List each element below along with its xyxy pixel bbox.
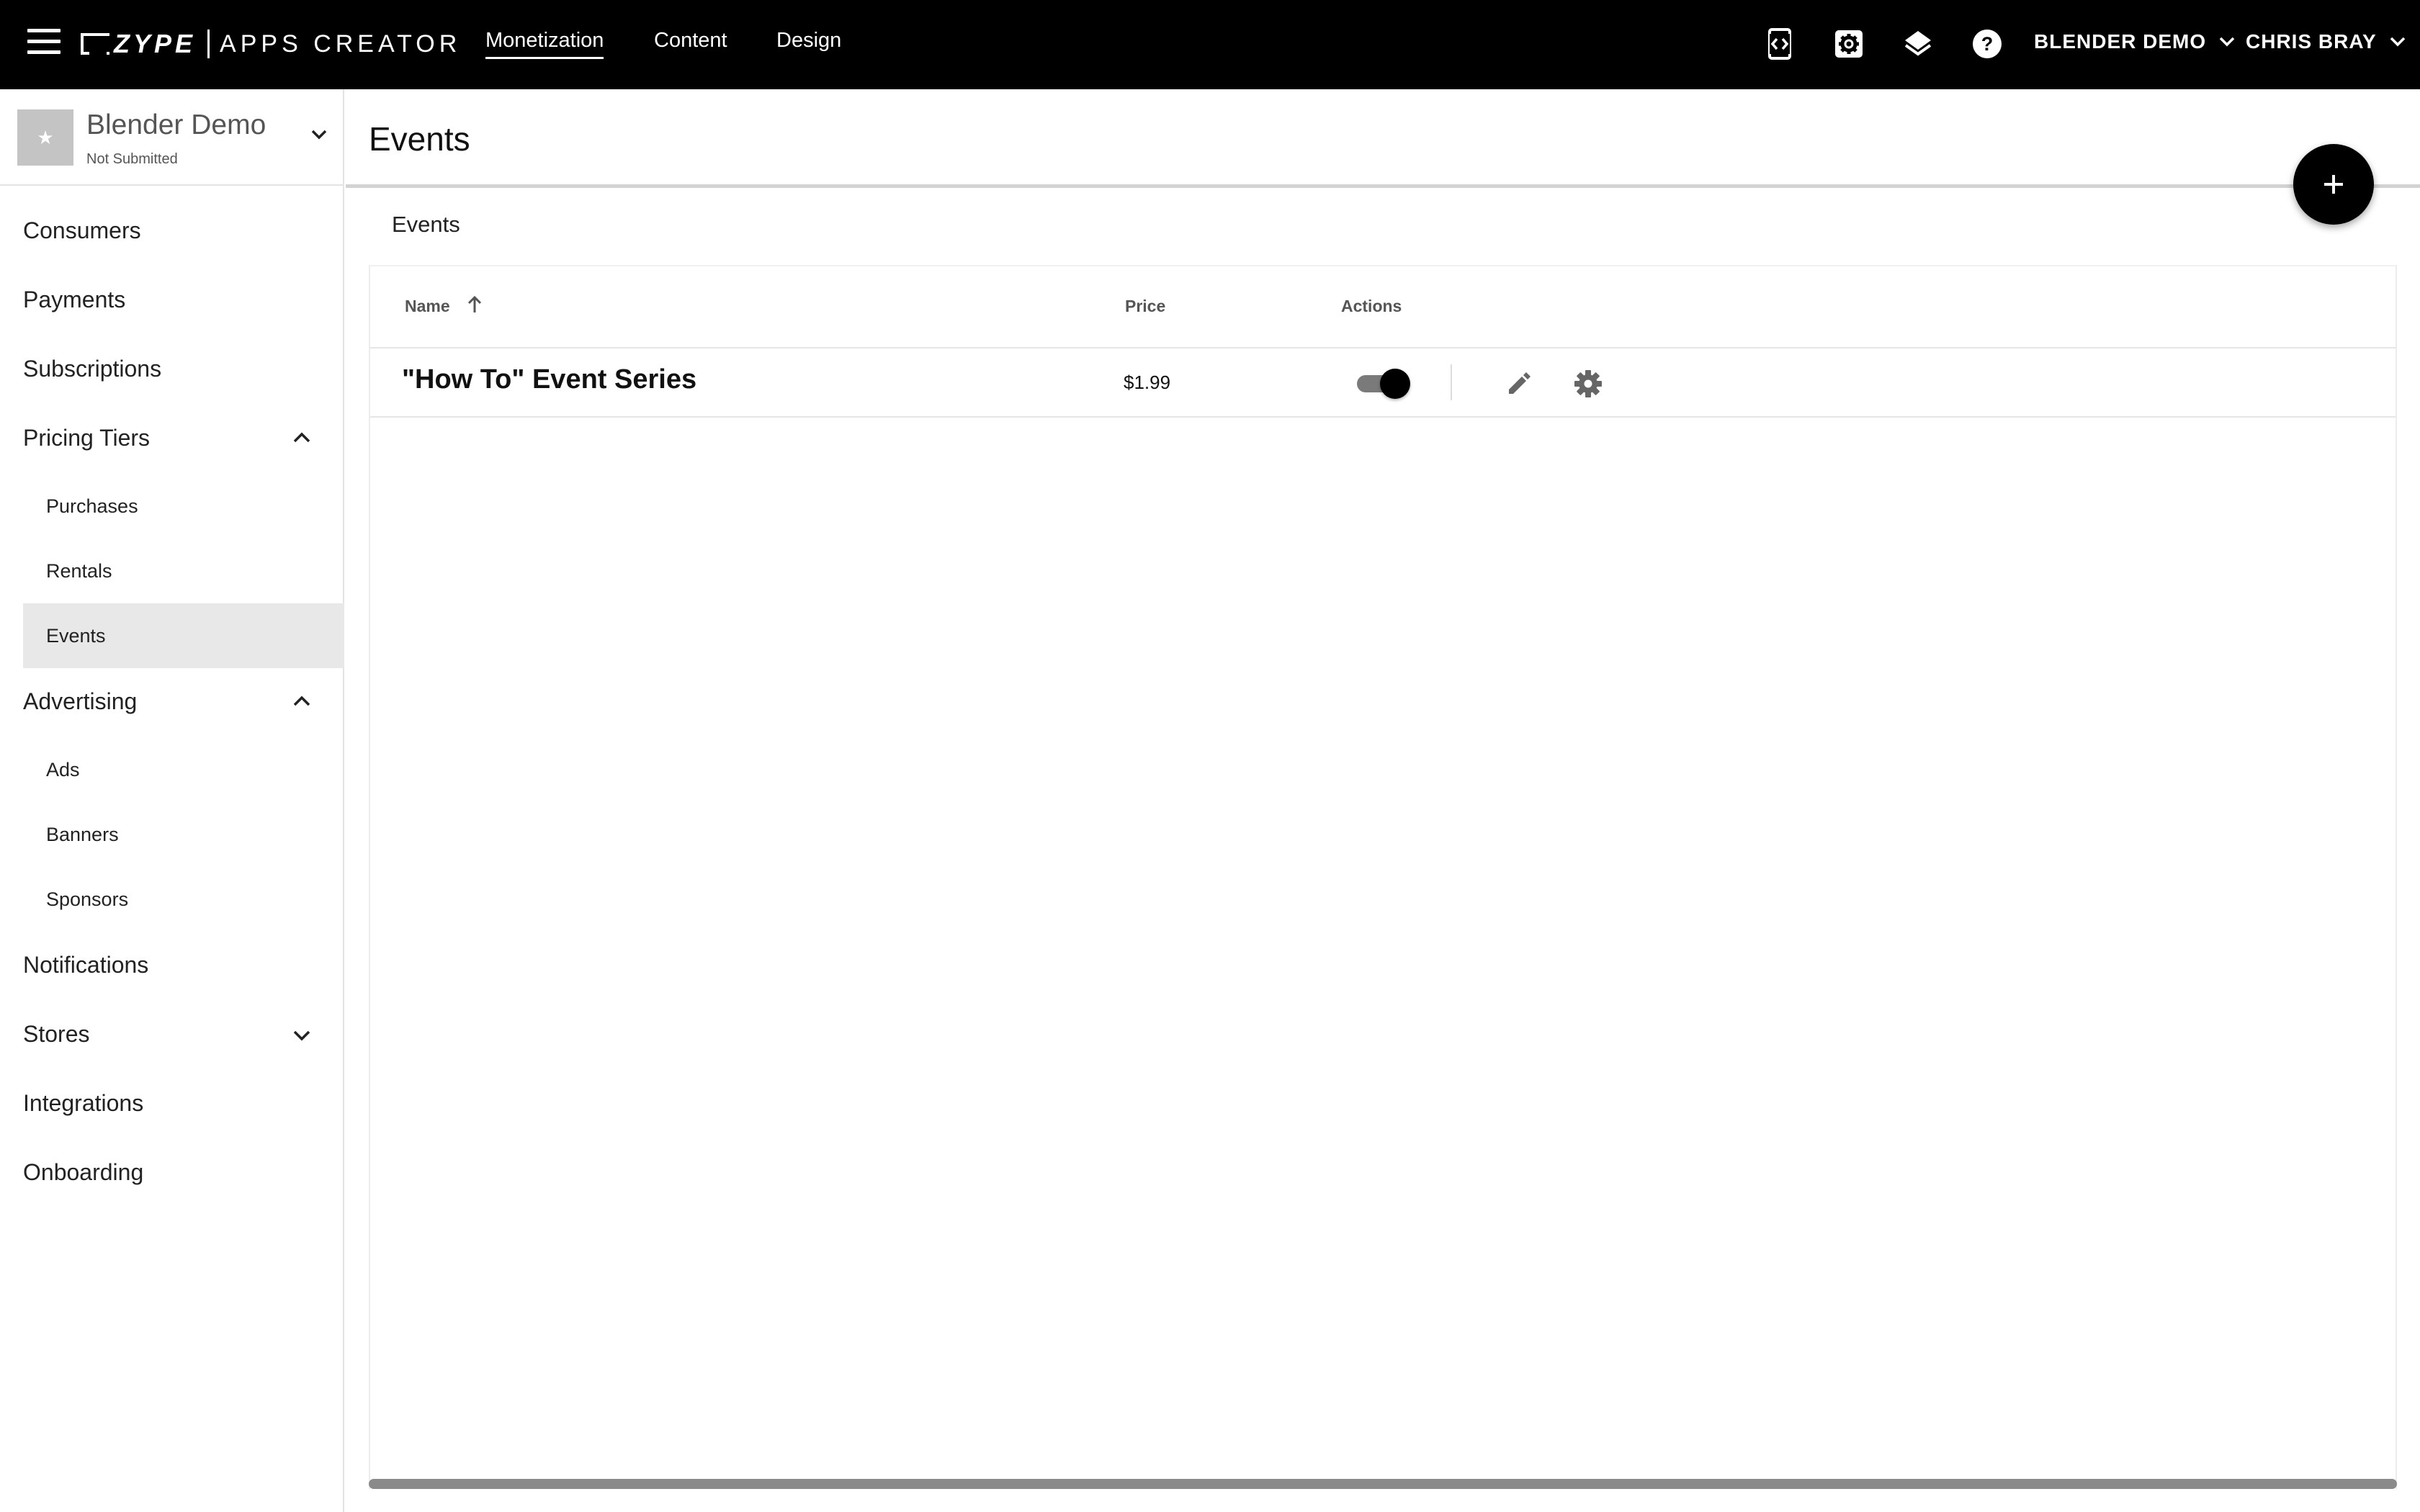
chevron-down-icon (2390, 37, 2405, 47)
layers-icon[interactable] (1900, 26, 1936, 62)
settings-box-icon[interactable] (1831, 26, 1867, 62)
sidebar-item-purchases[interactable]: Purchases (46, 495, 138, 518)
app-name: Blender Demo (86, 109, 266, 140)
logo-brand: ZYPE (114, 29, 197, 58)
column-header-price: Price (1125, 297, 1166, 315)
sidebar: ★ Blender Demo Not Submitted Consumers P… (0, 89, 344, 1512)
table-row[interactable]: "How To" Event Series $1.99 (370, 348, 2396, 418)
toggle-thumb (1380, 369, 1410, 399)
chevron-down-icon (311, 130, 327, 140)
logo-product: APPS CREATOR (220, 30, 462, 58)
sort-ascending-icon[interactable] (464, 294, 485, 315)
page-title: Events (369, 120, 470, 158)
sidebar-item-pricing-tiers[interactable]: Pricing Tiers (23, 425, 150, 451)
svg-text:?: ? (1981, 33, 1994, 55)
sidebar-item-events[interactable]: Events (46, 625, 106, 647)
app-selector[interactable]: ★ Blender Demo Not Submitted (0, 89, 343, 186)
sidebar-item-payments[interactable]: Payments (23, 287, 125, 313)
chevron-up-icon[interactable] (292, 696, 311, 707)
app-switcher-label: BLENDER DEMO (2034, 30, 2207, 53)
sidebar-item-notifications[interactable]: Notifications (23, 952, 148, 978)
add-event-button[interactable] (2293, 144, 2374, 225)
sidebar-item-ads[interactable]: Ads (46, 759, 80, 781)
logo-divider (207, 30, 210, 58)
chevron-up-icon[interactable] (292, 432, 311, 444)
sidebar-item-banners[interactable]: Banners (46, 824, 119, 846)
sidebar-item-advertising[interactable]: Advertising (23, 688, 137, 715)
top-app-bar: ZYPE APPS CREATOR Monetization Content D… (0, 0, 2420, 89)
sidebar-item-integrations[interactable]: Integrations (23, 1090, 143, 1117)
app-status: Not Submitted (86, 151, 178, 167)
sidebar-item-subscriptions[interactable]: Subscriptions (23, 356, 161, 382)
column-header-actions: Actions (1341, 297, 1402, 315)
enable-toggle[interactable] (1355, 367, 1412, 399)
sidebar-item-rentals[interactable]: Rentals (46, 560, 112, 582)
app-preview-icon[interactable] (1762, 26, 1798, 62)
tab-content[interactable]: Content (654, 29, 727, 57)
sidebar-item-onboarding[interactable]: Onboarding (23, 1159, 143, 1186)
title-divider (346, 184, 2420, 188)
user-menu-dropdown[interactable]: CHRIS BRAY (2246, 30, 2406, 53)
gear-icon[interactable] (1572, 367, 1605, 400)
zype-logo[interactable]: ZYPE APPS CREATOR (81, 27, 461, 60)
hamburger-menu-icon[interactable] (27, 29, 60, 60)
plus-icon (2324, 175, 2343, 194)
event-name[interactable]: "How To" Event Series (402, 364, 696, 395)
sidebar-item-stores[interactable]: Stores (23, 1021, 89, 1048)
tab-design[interactable]: Design (776, 29, 841, 57)
logo-bracket-mark (81, 33, 109, 55)
sidebar-item-sponsors[interactable]: Sponsors (46, 888, 128, 911)
app-thumbnail: ★ (17, 109, 73, 166)
chevron-down-icon (2219, 37, 2235, 47)
help-icon[interactable]: ? (1969, 26, 2005, 62)
user-name-label: CHRIS BRAY (2246, 30, 2377, 53)
actions-divider (1451, 364, 1452, 400)
tab-monetization[interactable]: Monetization (485, 29, 604, 59)
app-switcher-dropdown[interactable]: BLENDER DEMO (2034, 30, 2235, 53)
events-table: Name Price Actions "How To" Event Series… (369, 265, 2397, 1489)
sidebar-item-consumers[interactable]: Consumers (23, 217, 141, 244)
horizontal-scrollbar[interactable] (369, 1479, 2397, 1489)
chevron-down-icon[interactable] (292, 1030, 311, 1041)
section-label: Events (392, 212, 460, 237)
event-price: $1.99 (1124, 372, 1171, 393)
column-header-name[interactable]: Name (405, 297, 450, 316)
edit-pencil-icon[interactable] (1502, 367, 1536, 400)
